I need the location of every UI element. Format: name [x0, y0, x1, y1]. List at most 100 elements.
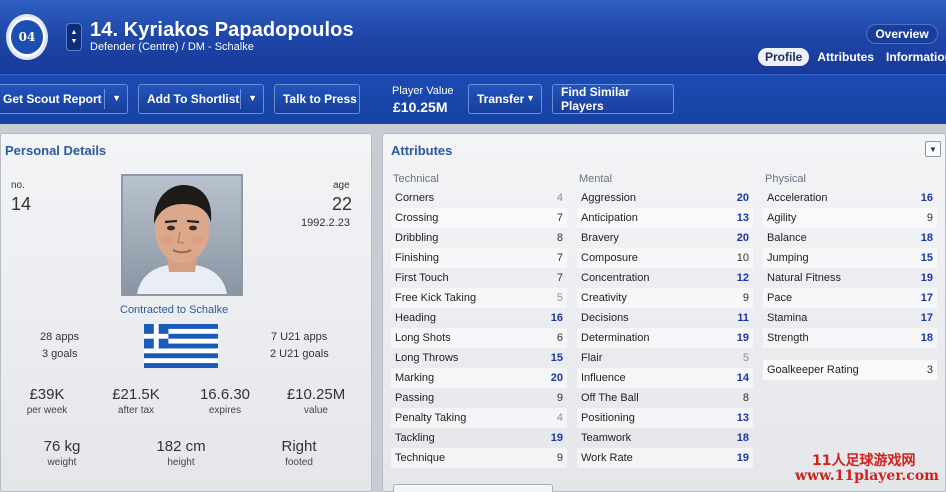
button-divider	[104, 89, 105, 109]
attribute-row[interactable]: Anticipation 13	[577, 208, 753, 228]
add-to-shortlist-button[interactable]: Add To Shortlist ▼	[138, 84, 264, 114]
attribute-row[interactable]: Positioning 13	[577, 408, 753, 428]
age-label: age	[333, 180, 350, 191]
attribute-row[interactable]: Teamwork 18	[577, 428, 753, 448]
attribute-row[interactable]: Heading 16	[391, 308, 567, 328]
attribute-row[interactable]: Strength 18	[763, 328, 937, 348]
attribute-row[interactable]: Stamina 17	[763, 308, 937, 328]
attribute-row[interactable]: Off The Ball 8	[577, 388, 753, 408]
attribute-value: 19	[550, 432, 563, 444]
attribute-row[interactable]: Jumping 15	[763, 248, 937, 268]
attribute-name: Marking	[395, 372, 435, 384]
attribute-row[interactable]: Agility 9	[763, 208, 937, 228]
chevron-down-icon[interactable]: ▼	[925, 141, 941, 157]
attribute-row[interactable]: Pace 17	[763, 288, 937, 308]
attribute-row[interactable]: Penalty Taking 4	[391, 408, 567, 428]
attribute-value: 18	[736, 432, 749, 444]
height-label: height	[167, 457, 195, 468]
attribute-name: Jumping	[767, 252, 809, 264]
attribute-row[interactable]: Decisions 11	[577, 308, 753, 328]
talk-to-press-button[interactable]: Talk to Press	[274, 84, 360, 114]
attribute-name: Technique	[395, 452, 446, 464]
attribute-row[interactable]: Tackling 19	[391, 428, 567, 448]
attribute-name: Long Throws	[395, 352, 459, 364]
button-divider	[240, 89, 241, 109]
contract-expiry-value: 16.6.30	[199, 386, 251, 403]
attribute-name: Stamina	[767, 312, 808, 324]
physical-heading: Physical	[765, 173, 806, 185]
attribute-row[interactable]: Marking 20	[391, 368, 567, 388]
weight-label: weight	[47, 457, 77, 468]
attribute-row[interactable]: Crossing 7	[391, 208, 567, 228]
attributes-scroll-area[interactable]	[393, 484, 553, 492]
attribute-row[interactable]: Corners 4	[391, 188, 567, 208]
attribute-row[interactable]: Free Kick Taking 5	[391, 288, 567, 308]
contract-link[interactable]: Contracted to Schalke	[120, 304, 228, 316]
attribute-row[interactable]: Determination 19	[577, 328, 753, 348]
market-value-label: value	[304, 405, 328, 416]
shortlist-label: Add To Shortlist	[147, 92, 240, 106]
tab-profile[interactable]: Profile	[758, 48, 810, 66]
attribute-row[interactable]: Long Throws 15	[391, 348, 567, 368]
chevron-down-icon[interactable]: ▼	[71, 37, 78, 46]
technical-attributes: Technical Corners 4 Crossing 7 Dribbling 8 Fin…	[391, 170, 567, 468]
attribute-row[interactable]: Concentration 12	[577, 268, 753, 288]
attribute-row[interactable]: Dribbling 8	[391, 228, 567, 248]
attribute-name: Passing	[395, 392, 435, 404]
preferred-foot-label: footed	[285, 457, 313, 468]
attribute-row[interactable]: Influence 14	[577, 368, 753, 388]
attribute-row[interactable]: Flair 5	[577, 348, 753, 368]
attribute-value: 13	[736, 412, 749, 424]
attribute-name: Tackling	[395, 432, 435, 444]
attribute-row[interactable]: Creativity 9	[577, 288, 753, 308]
attribute-row[interactable]: Finishing 7	[391, 248, 567, 268]
attribute-row[interactable]: Balance 18	[763, 228, 937, 248]
attribute-row[interactable]: Passing 9	[391, 388, 567, 408]
chevron-down-icon[interactable]: ▼	[248, 93, 257, 103]
profile-tabs: Profile Attributes Information	[758, 48, 946, 66]
attribute-row[interactable]: Composure 10	[577, 248, 753, 268]
player-position[interactable]: Defender (Centre) / DM - Schalke	[90, 41, 254, 53]
attribute-name: Pace	[767, 292, 793, 304]
goalkeeper-rating-row[interactable]: Goalkeeper Rating 3	[763, 360, 937, 380]
chevron-down-icon[interactable]: ▼	[112, 93, 121, 103]
attribute-value: 8	[556, 232, 563, 244]
attribute-value: 18	[920, 332, 933, 344]
attribute-name: First Touch	[395, 272, 449, 284]
transfer-button[interactable]: Transfer ▼	[468, 84, 542, 114]
attribute-value: 17	[920, 292, 933, 304]
attribute-row[interactable]: Natural Fitness 19	[763, 268, 937, 288]
attribute-name: Work Rate	[581, 452, 633, 464]
weight-value: 76 kg	[43, 438, 81, 455]
find-similar-players-button[interactable]: Find Similar Players	[552, 84, 674, 114]
attribute-value: 9	[556, 452, 563, 464]
attribute-name: Dribbling	[395, 232, 439, 244]
crest-text: 04	[11, 20, 43, 54]
attribute-row[interactable]: Aggression 20	[577, 188, 753, 208]
attribute-value: 6	[556, 332, 563, 344]
goalkeeper-rating-label: Goalkeeper Rating	[767, 364, 859, 376]
club-crest-icon[interactable]: 04	[6, 14, 48, 60]
player-stepper[interactable]: ▲ ▼	[66, 23, 82, 51]
chevron-down-icon[interactable]: ▼	[526, 93, 535, 103]
market-value: £10.25M	[286, 386, 346, 403]
watermark-url: www.11player.com	[795, 468, 939, 484]
attribute-value: 8	[742, 392, 749, 404]
attribute-name: Heading	[395, 312, 436, 324]
attribute-row[interactable]: Technique 9	[391, 448, 567, 468]
attribute-row[interactable]: Bravery 20	[577, 228, 753, 248]
attribute-row[interactable]: First Touch 7	[391, 268, 567, 288]
tab-attributes[interactable]: Attributes	[811, 48, 880, 66]
attribute-value: 15	[550, 352, 563, 364]
overview-button[interactable]: Overview	[866, 24, 938, 44]
attribute-value: 7	[556, 212, 563, 224]
wage-label: per week	[26, 405, 68, 416]
attribute-row[interactable]: Long Shots 6	[391, 328, 567, 348]
chevron-up-icon[interactable]: ▲	[71, 28, 78, 37]
physical-attributes: Physical Acceleration 16 Agility 9 Balance 18…	[763, 170, 937, 348]
get-scout-report-button[interactable]: Get Scout Report ▼	[0, 84, 128, 114]
tab-information[interactable]: Information	[880, 48, 946, 66]
attribute-row[interactable]: Work Rate 19	[577, 448, 753, 468]
attribute-row[interactable]: Acceleration 16	[763, 188, 937, 208]
attribute-name: Agility	[767, 212, 797, 224]
